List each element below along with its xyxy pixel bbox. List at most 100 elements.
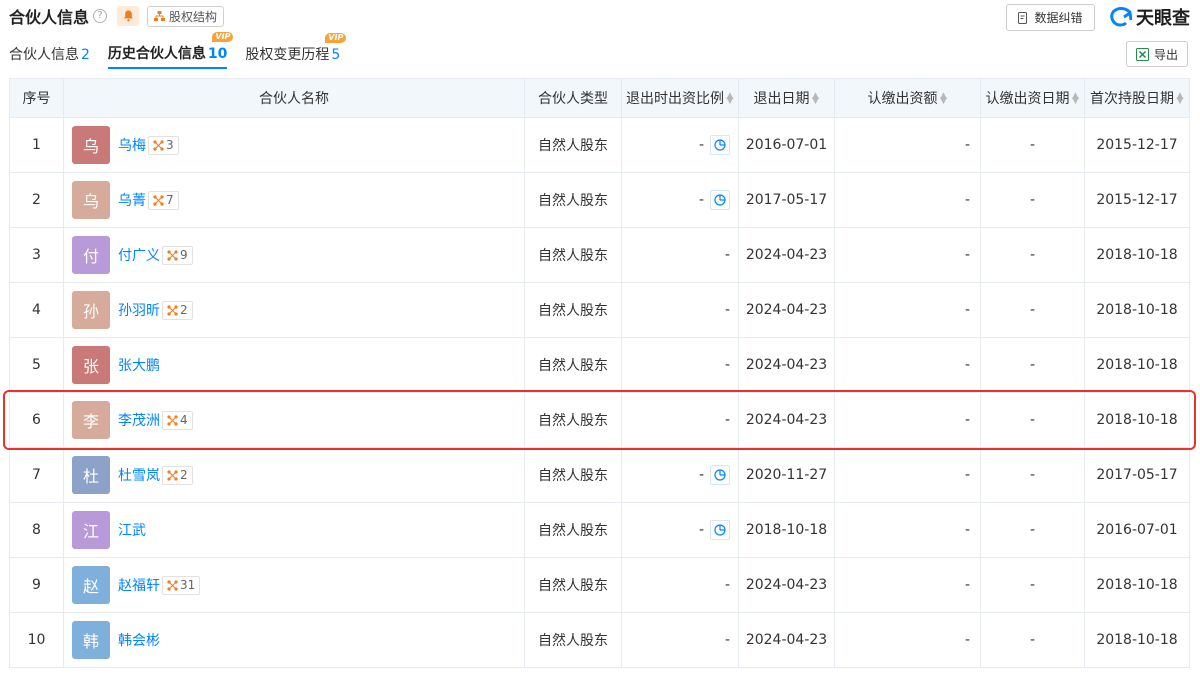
row-index: 8 bbox=[9, 502, 64, 558]
sort-icon[interactable]: ▲ ▼ bbox=[812, 92, 820, 106]
relation-graph-icon bbox=[167, 304, 178, 316]
col-header-name: 合伙人名称 bbox=[63, 78, 525, 118]
equity-structure-button[interactable]: 股权结构 bbox=[147, 5, 225, 27]
subscribed-amount: - bbox=[834, 502, 981, 558]
tab-history-partners[interactable]: 历史合伙人信息 10 VIP bbox=[107, 32, 234, 69]
col-header-subscribed-date[interactable]: 认缴出资日期 ▲ ▼ bbox=[980, 78, 1085, 118]
sort-icon[interactable]: ▲ ▼ bbox=[726, 92, 734, 106]
excel-icon bbox=[1135, 47, 1149, 61]
exit-date: 2024-04-23 bbox=[738, 282, 835, 338]
exit-ratio-cell: - bbox=[621, 557, 739, 613]
relation-count-badge[interactable]: 2 bbox=[162, 300, 193, 320]
table-body: 1 乌乌梅 3 自然人股东 -2016-07-01- -2015-12-17 2 乌乌菁 7 自然… bbox=[9, 117, 1190, 668]
partner-type: 自然人股东 bbox=[524, 557, 622, 613]
relation-count-badge[interactable]: 31 bbox=[162, 575, 201, 595]
data-correction-button[interactable]: 数据纠错 bbox=[1006, 4, 1095, 31]
ratio-chart-icon bbox=[714, 524, 726, 536]
subscribed-date: - bbox=[980, 227, 1085, 283]
relation-count: 3 bbox=[166, 138, 174, 152]
ratio-chart-button[interactable] bbox=[710, 135, 730, 155]
first-holding-date: 2018-10-18 bbox=[1084, 227, 1190, 283]
subscribed-date: - bbox=[980, 557, 1085, 613]
subscribed-amount: - bbox=[834, 282, 981, 338]
partner-name-link[interactable]: 付广义 bbox=[118, 245, 160, 265]
partner-name-link[interactable]: 李茂洲 bbox=[118, 410, 160, 430]
partner-name-cell: 乌乌菁 7 bbox=[63, 172, 525, 228]
partner-type: 自然人股东 bbox=[524, 337, 622, 393]
export-button[interactable]: 导出 bbox=[1126, 41, 1188, 67]
table-row: 7 杜杜雪岚 2 自然人股东 -2020-11-27- -2017-05-17 bbox=[9, 447, 1190, 503]
table-row: 9 赵赵福轩 31 自然人股东 -2024-04-23- -2018-10-18 bbox=[9, 557, 1190, 613]
partner-name-cell: 杜杜雪岚 2 bbox=[63, 447, 525, 503]
partner-name-link[interactable]: 赵福轩 bbox=[118, 575, 160, 595]
ratio-chart-button[interactable] bbox=[710, 520, 730, 540]
subscribed-date: - bbox=[980, 612, 1085, 668]
exit-date: 2016-07-01 bbox=[738, 117, 835, 173]
relation-count-badge[interactable]: 2 bbox=[162, 465, 193, 485]
exit-ratio-cell: - bbox=[621, 172, 739, 228]
ratio-chart-button[interactable] bbox=[710, 190, 730, 210]
sort-icon[interactable]: ▲ ▼ bbox=[1176, 92, 1184, 106]
avatar: 乌 bbox=[72, 181, 110, 219]
exit-date: 2024-04-23 bbox=[738, 337, 835, 393]
row-index: 9 bbox=[9, 557, 64, 613]
exit-ratio-value: - bbox=[698, 467, 704, 483]
relation-count-badge[interactable]: 9 bbox=[162, 245, 193, 265]
monitor-bell-button[interactable] bbox=[117, 6, 140, 26]
relation-count-badge[interactable]: 3 bbox=[148, 135, 179, 155]
tab-current-partners[interactable]: 合伙人信息 2 bbox=[9, 44, 90, 68]
col-header-label: 合伙人类型 bbox=[538, 91, 608, 107]
section-title: 合伙人信息 bbox=[9, 8, 90, 27]
tianyancha-logo: 天眼查 bbox=[1110, 4, 1190, 30]
sort-icon[interactable]: ▲ ▼ bbox=[1072, 92, 1080, 106]
partner-type: 自然人股东 bbox=[524, 172, 622, 228]
structure-icon bbox=[154, 11, 166, 21]
tab-count: 10 bbox=[207, 46, 228, 62]
tab-equity-changes[interactable]: 股权变更历程 5 VIP bbox=[245, 33, 347, 68]
subscribed-date: - bbox=[980, 392, 1085, 448]
exit-ratio-value: - bbox=[724, 632, 730, 648]
ratio-chart-button[interactable] bbox=[710, 465, 730, 485]
sort-icon[interactable]: ▲ ▼ bbox=[940, 92, 948, 106]
partner-name-link[interactable]: 张大鹏 bbox=[118, 355, 160, 375]
vip-badge: VIP bbox=[212, 32, 234, 42]
help-icon[interactable]: ? bbox=[93, 9, 108, 23]
partner-type: 自然人股东 bbox=[524, 117, 622, 173]
data-correction-label: 数据纠错 bbox=[1034, 11, 1083, 25]
col-header-index: 序号 bbox=[9, 78, 64, 118]
col-header-label: 认缴出资额 bbox=[867, 91, 938, 107]
partner-type: 自然人股东 bbox=[524, 447, 622, 503]
relation-count-badge[interactable]: 7 bbox=[148, 190, 179, 210]
first-holding-date: 2018-10-18 bbox=[1084, 337, 1190, 393]
table-row: 4 孙孙羽昕 2 自然人股东 -2024-04-23- -2018-10-18 bbox=[9, 282, 1190, 338]
relation-count-badge[interactable]: 4 bbox=[162, 410, 193, 430]
partner-name-link[interactable]: 孙羽昕 bbox=[118, 300, 160, 320]
col-header-subscribed-amount[interactable]: 认缴出资额 ▲ ▼ bbox=[834, 78, 981, 118]
col-header-label: 退出日期 bbox=[753, 91, 810, 107]
table-row: 5 张张大鹏 自然人股东 -2024-04-23- -2018-10-18 bbox=[9, 337, 1190, 393]
partner-type: 自然人股东 bbox=[524, 227, 622, 283]
partner-name-link[interactable]: 乌菁 bbox=[118, 190, 146, 210]
avatar: 付 bbox=[72, 236, 110, 274]
brand-name: 天眼查 bbox=[1136, 8, 1190, 29]
vip-badge: VIP bbox=[325, 33, 347, 43]
exit-date: 2024-04-23 bbox=[738, 612, 835, 668]
partner-name-cell: 孙孙羽昕 2 bbox=[63, 282, 525, 338]
partner-name-link[interactable]: 江武 bbox=[118, 520, 146, 540]
exit-ratio-value: - bbox=[698, 137, 704, 153]
col-header-exit-ratio[interactable]: 退出时出资比例 ▲ ▼ bbox=[621, 78, 739, 118]
partner-name-link[interactable]: 韩会彬 bbox=[118, 630, 160, 650]
exit-ratio-cell: - bbox=[621, 502, 739, 558]
partner-name-link[interactable]: 乌梅 bbox=[118, 135, 146, 155]
col-header-first-holding-date[interactable]: 首次持股日期 ▲ ▼ bbox=[1084, 78, 1190, 118]
exit-date: 2024-04-23 bbox=[738, 227, 835, 283]
first-holding-date: 2015-12-17 bbox=[1084, 117, 1190, 173]
partner-name-cell: 付付广义 9 bbox=[63, 227, 525, 283]
first-holding-date: 2018-10-18 bbox=[1084, 612, 1190, 668]
partner-name-link[interactable]: 杜雪岚 bbox=[118, 465, 160, 485]
col-header-exit-date[interactable]: 退出日期 ▲ ▼ bbox=[738, 78, 835, 118]
relation-graph-icon bbox=[153, 139, 164, 151]
tab-count: 5 bbox=[331, 47, 341, 63]
partner-type: 自然人股东 bbox=[524, 392, 622, 448]
avatar: 乌 bbox=[72, 126, 110, 164]
